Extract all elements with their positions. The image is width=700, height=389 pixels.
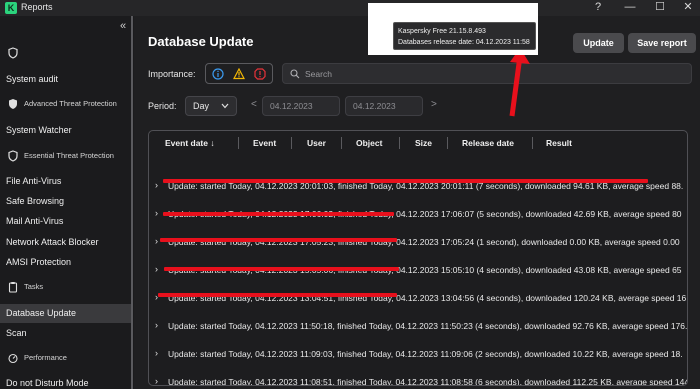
table-row[interactable]: › Update: started Today, 04.12.2023 11:50… (149, 315, 688, 343)
events-table: Event date ↓ Event User Object Size Rele… (148, 130, 688, 386)
column-separator (341, 137, 342, 149)
close-button[interactable]: ✕ (676, 0, 700, 16)
window-title: Reports (21, 2, 53, 12)
next-period-button[interactable]: > (431, 99, 437, 110)
shield-icon (8, 47, 18, 59)
info-icon[interactable] (212, 68, 224, 80)
column-separator (291, 137, 292, 149)
column-separator (532, 137, 533, 149)
sidebar-item-system-audit[interactable]: System audit (0, 70, 132, 88)
help-button[interactable]: ? (586, 0, 610, 16)
collapse-sidebar-button[interactable]: « (120, 20, 126, 32)
sidebar-item-mail-anti-virus[interactable]: Mail Anti-Virus (0, 212, 132, 230)
tooltip-version-text: Kaspersky Free 21.15.8.493 (398, 28, 486, 35)
column-header-size[interactable]: Size (415, 138, 432, 148)
column-header-event[interactable]: Event (253, 138, 276, 148)
sidebar-section-tasks[interactable]: Tasks (0, 278, 132, 296)
period-label: Period: (148, 101, 177, 111)
sidebar-item-safe-browsing[interactable]: Safe Browsing (0, 192, 132, 210)
table-row[interactable]: › Update: started Today, 04.12.2023 11:08… (149, 371, 688, 386)
chevron-right-icon[interactable]: › (155, 264, 158, 274)
red-annotation-underline (160, 238, 397, 242)
sidebar-item-network-attack-blocker[interactable]: Network Attack Blocker (0, 233, 132, 251)
sidebar-section-advanced-threat-protection[interactable]: Advanced Threat Protection (0, 95, 132, 113)
sidebar-section-performance[interactable]: Performance (0, 349, 132, 367)
red-annotation-underline (163, 179, 648, 183)
tooltip-release-date-text: Databases release date: 04.12.2023 11:58 (398, 39, 530, 46)
main-panel: Database Update Update Save report Impor… (134, 16, 700, 389)
update-button[interactable]: Update (573, 33, 624, 53)
red-annotation-underline (158, 293, 397, 297)
sidebar-item-scan[interactable]: Scan (0, 324, 132, 342)
column-header-result[interactable]: Result (546, 138, 572, 148)
minimize-button[interactable]: — (618, 0, 642, 16)
search-input[interactable] (305, 67, 685, 81)
search-icon (290, 69, 300, 79)
version-tooltip: Kaspersky Free 21.15.8.493 Databases rel… (393, 22, 536, 50)
chevron-right-icon[interactable]: › (155, 236, 158, 246)
importance-filter (205, 63, 273, 84)
sidebar-item-amsi-protection[interactable]: AMSI Protection (0, 253, 132, 271)
period-select[interactable]: Day (185, 96, 237, 116)
kaspersky-logo-icon: K (5, 2, 17, 14)
chevron-right-icon[interactable]: › (155, 180, 158, 190)
sidebar-item-database-update[interactable]: Database Update (0, 304, 132, 323)
chevron-down-icon (221, 103, 229, 109)
column-header-user[interactable]: User (307, 138, 326, 148)
date-to-field[interactable]: 04.12.2023 (345, 96, 423, 116)
red-annotation-underline (164, 267, 399, 271)
table-row[interactable]: › Update: started Today, 04.12.2023 15:05… (149, 259, 687, 287)
row-event-text: Update: started Today, 04.12.2023 11:08:… (168, 377, 688, 386)
column-separator (399, 137, 400, 149)
table-scrollbar[interactable] (687, 153, 688, 359)
sidebar-item-file-anti-virus[interactable]: File Anti-Virus (0, 172, 132, 190)
title-bar: K Reports ? — ☐ ✕ (0, 0, 700, 16)
maximize-button[interactable]: ☐ (648, 0, 672, 16)
chevron-right-icon[interactable]: › (155, 208, 158, 218)
column-header-object[interactable]: Object (356, 138, 382, 148)
save-report-button[interactable]: Save report (628, 33, 696, 53)
row-event-text: Update: started Today, 04.12.2023 11:09:… (168, 349, 683, 359)
sidebar-item-system-watcher[interactable]: System Watcher (0, 121, 132, 139)
table-row[interactable]: › Update: started Today, 04.12.2023 13:04… (149, 287, 687, 315)
column-header-event-date[interactable]: Event date ↓ (165, 138, 215, 148)
table-row[interactable]: › Update: started Today, 04.12.2023 17:05… (149, 231, 687, 259)
chevron-right-icon[interactable]: › (155, 348, 158, 358)
red-annotation-underline (163, 212, 394, 216)
page-title: Database Update (148, 34, 254, 49)
sidebar-section-essential-threat-protection[interactable]: Essential Threat Protection (0, 147, 132, 165)
column-header-release-date[interactable]: Release date (462, 138, 514, 148)
column-separator (238, 137, 239, 149)
row-event-text: Update: started Today, 04.12.2023 11:50:… (168, 321, 688, 331)
period-value: Day (193, 101, 210, 111)
date-from-field[interactable]: 04.12.2023 (262, 96, 340, 116)
importance-label: Importance: (148, 69, 196, 79)
table-row[interactable]: › Update: started Today, 04.12.2023 17:06… (149, 203, 687, 231)
search-box (282, 63, 692, 84)
red-arrow-annotation (509, 48, 530, 117)
sidebar-scrollbar[interactable] (131, 16, 133, 389)
warning-icon[interactable] (233, 68, 245, 80)
column-separator (447, 137, 448, 149)
sidebar-item-do-not-disturb-mode[interactable]: Do not Disturb Mode (0, 374, 132, 389)
previous-period-button[interactable]: < (251, 99, 257, 110)
chevron-right-icon[interactable]: › (155, 320, 158, 330)
sidebar: « System audit Advanced Threat Protectio… (0, 16, 134, 389)
table-row[interactable]: › Update: started Today, 04.12.2023 11:09… (149, 343, 687, 371)
critical-icon[interactable] (254, 68, 266, 80)
chevron-right-icon[interactable]: › (155, 376, 158, 385)
